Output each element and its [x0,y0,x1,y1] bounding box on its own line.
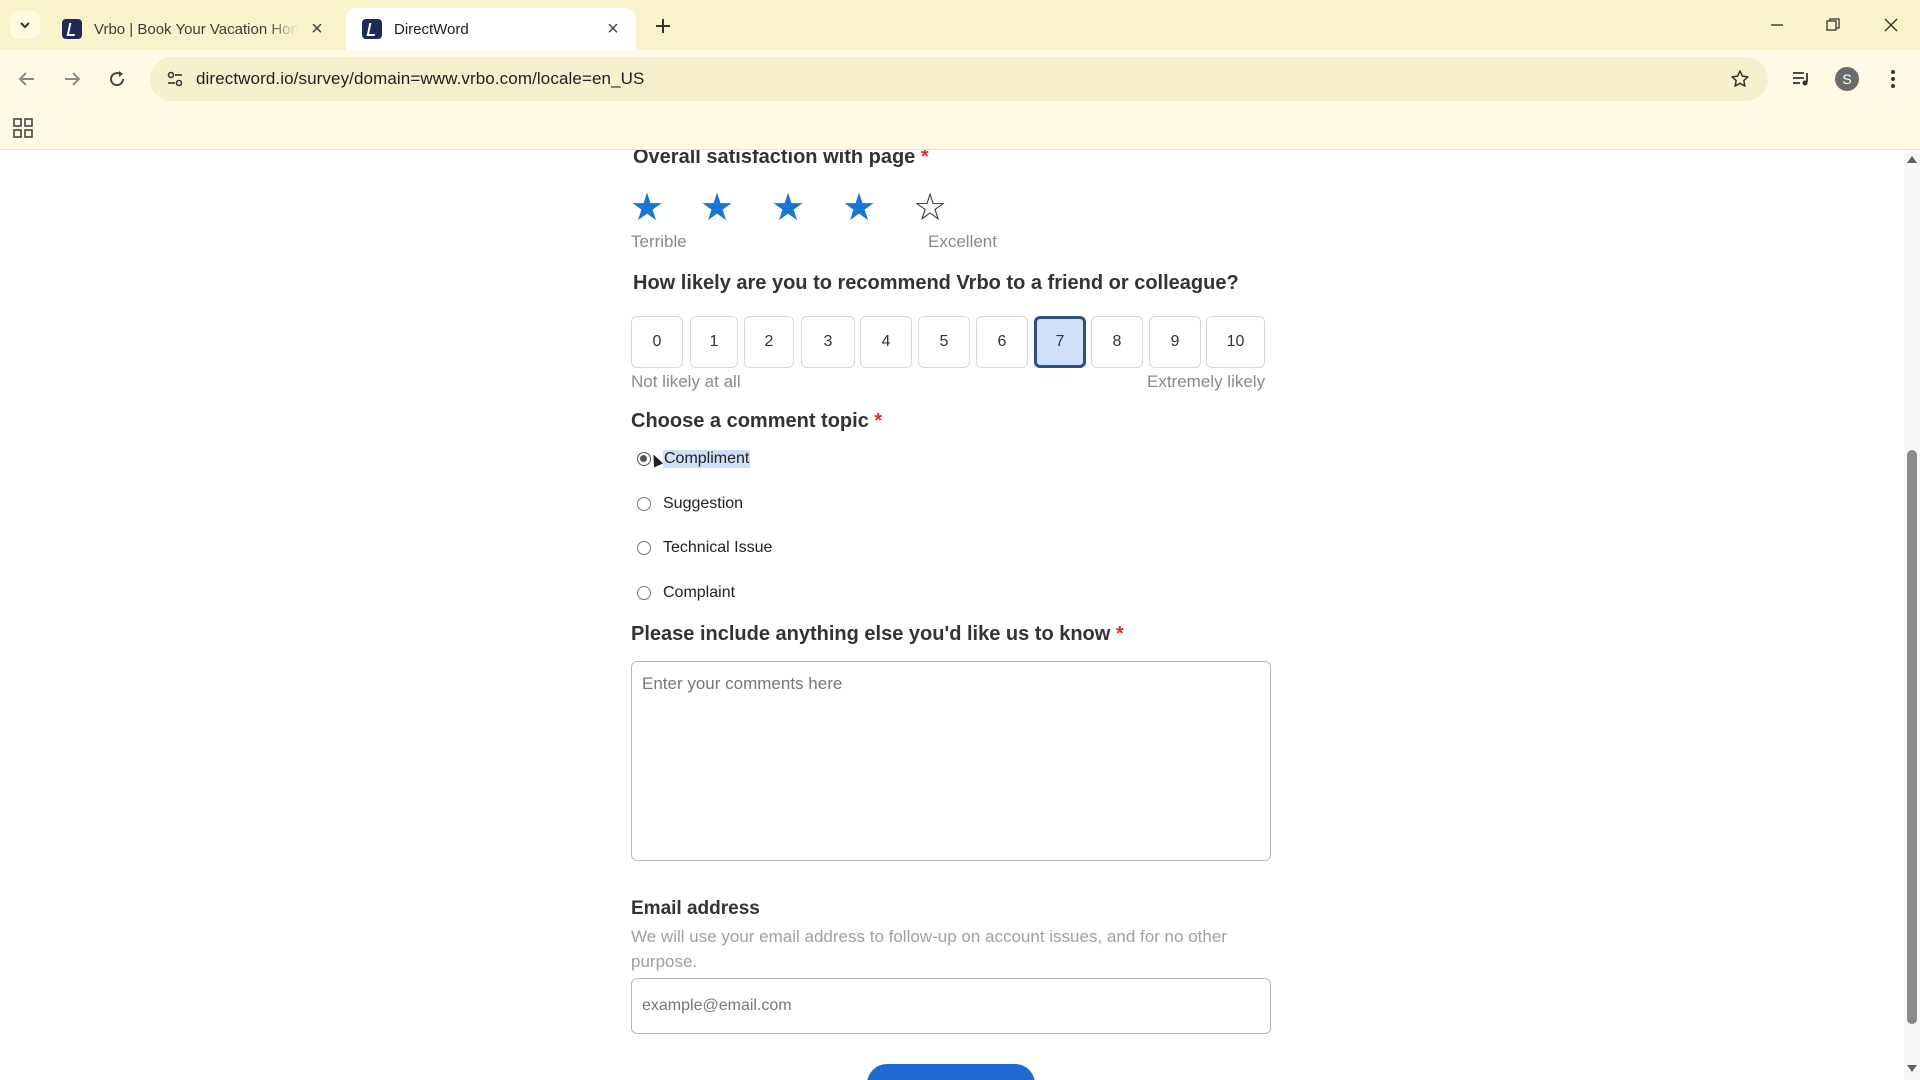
topic-option-suggestion[interactable]: Suggestion [637,492,743,516]
tab-search-button[interactable] [10,11,40,39]
tab-title: Vrbo | Book Your Vacation Hom [94,20,298,38]
topic-option-label: Suggestion [663,495,744,512]
recommend-high-label: Extremely likely [1147,372,1266,391]
page-viewport: Overall satisfaction with page * ★ ★ ★ ★… [0,150,1920,1080]
star-3-button[interactable]: ★ [768,188,808,228]
kebab-menu-icon [1891,70,1895,88]
vrbo-favicon-icon [62,19,82,39]
mouse-cursor-icon [648,452,664,468]
plus-icon [656,19,670,33]
comments-question: Please include anything else you'd like … [631,623,1124,646]
radio-button[interactable] [637,497,651,511]
forward-button[interactable] [55,62,89,96]
scroll-down-arrow-icon[interactable] [1907,1065,1917,1072]
browser-toolbar: directword.io/survey/domain=www.vrbo.com… [0,50,1920,108]
url-text[interactable]: directword.io/survey/domain=www.vrbo.com… [196,69,644,89]
star-outline-icon [1731,70,1749,87]
nps-option-5[interactable]: 5 [918,316,970,368]
topic-option-compliment[interactable]: Compliment [637,447,751,471]
close-icon [1884,18,1898,32]
bookmark-star-button[interactable] [1726,65,1754,93]
reload-icon [110,71,125,87]
topic-option-label: Complaint [663,584,736,601]
comments-question-text: Please include anything else you'd like … [631,623,1111,645]
nps-option-6[interactable]: 6 [976,316,1028,368]
star-5-button[interactable]: ☆ [910,188,950,228]
playlist-icon [1793,72,1808,86]
scroll-up-arrow-icon[interactable] [1907,156,1917,163]
topic-question-text: Choose a comment topic [631,410,869,432]
satisfaction-question: Overall satisfaction with page * [633,150,929,169]
required-mark: * [1115,623,1124,645]
star-4-button[interactable]: ★ [839,188,879,228]
email-hint: We will use your email address to follow… [631,927,1227,971]
tune-icon [167,71,183,87]
tab-vrbo[interactable]: Vrbo | Book Your Vacation Hom × [46,8,340,50]
minimize-button[interactable] [1754,8,1800,42]
radio-button[interactable] [637,586,651,600]
satisfaction-question-text: Overall satisfaction with page [633,150,916,168]
scrollbar-thumb[interactable] [1907,450,1917,1024]
bookmarks-bar [0,108,1920,150]
chevron-down-icon [20,22,30,29]
avatar: S [1835,67,1859,91]
topic-question: Choose a comment topic * [631,410,882,433]
restore-icon [1826,18,1840,31]
star-1-button[interactable]: ★ [627,188,667,228]
nps-option-8[interactable]: 8 [1091,316,1143,368]
arrow-right-icon [65,72,81,86]
tab-directword[interactable]: DirectWord × [346,8,636,50]
new-tab-button[interactable] [648,11,678,41]
nps-option-10[interactable]: 10 [1206,316,1265,368]
profile-button[interactable]: S [1830,62,1864,96]
radio-button[interactable] [637,541,651,555]
arrow-left-icon [18,72,34,86]
nps-option-7[interactable]: 7 [1034,316,1086,368]
page-scrollbar[interactable] [1904,150,1920,1080]
directword-favicon-icon [362,19,382,39]
topic-option-technical-issue[interactable]: Technical Issue [637,536,772,560]
topic-option-complaint[interactable]: Complaint [637,581,735,605]
star-2-button[interactable]: ★ [697,188,737,228]
satisfaction-low-label: Terrible [631,232,687,251]
restore-button[interactable] [1810,8,1856,42]
nps-option-0[interactable]: 0 [631,316,683,368]
minimize-icon [1771,24,1783,26]
nps-option-3[interactable]: 3 [801,316,855,368]
media-controls-button[interactable] [1784,62,1818,96]
close-window-button[interactable] [1868,8,1914,42]
submit-button[interactable] [867,1064,1035,1080]
grid-icon [13,118,33,138]
site-info-button[interactable] [162,66,188,92]
nps-option-1[interactable]: 1 [690,316,738,368]
menu-button[interactable] [1876,62,1910,96]
comments-textarea[interactable] [631,661,1271,861]
address-bar[interactable]: directword.io/survey/domain=www.vrbo.com… [150,57,1768,101]
tab-strip: Vrbo | Book Your Vacation Hom × DirectWo… [0,0,1920,50]
tab-title: DirectWord [394,20,469,38]
required-mark: * [920,150,929,168]
apps-grid-button[interactable] [12,117,36,141]
radio-button[interactable] [637,452,651,466]
recommend-low-label: Not likely at all [631,372,741,391]
required-mark: * [874,410,883,432]
recommend-question: How likely are you to recommend Vrbo to … [633,272,1239,294]
nps-option-2[interactable]: 2 [744,316,794,368]
reload-button[interactable] [100,62,134,96]
email-label: Email address [631,898,760,919]
close-icon[interactable]: × [306,18,328,40]
nps-option-4[interactable]: 4 [860,316,912,368]
topic-option-label: Compliment [663,450,751,468]
topic-option-label: Technical Issue [663,539,773,556]
back-button[interactable] [10,62,44,96]
satisfaction-high-label: Excellent [928,232,997,251]
nps-option-9[interactable]: 9 [1149,316,1201,368]
close-icon[interactable]: × [602,18,624,40]
email-field[interactable] [631,978,1271,1034]
